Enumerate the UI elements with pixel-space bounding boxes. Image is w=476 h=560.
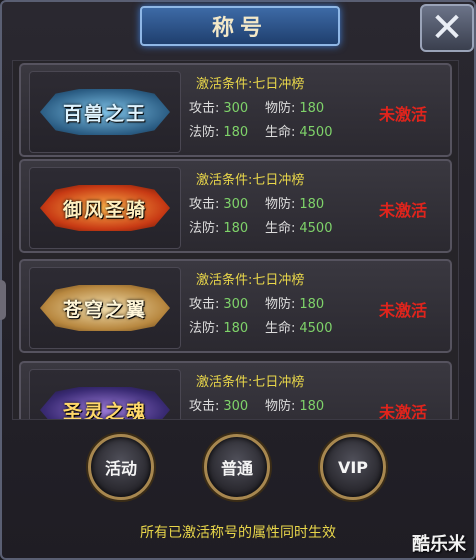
badge-text: 御风圣骑 [62, 198, 147, 221]
pdef-stat: 物防: 180 [265, 197, 325, 212]
attack-stat: 攻击: 300 [189, 197, 249, 212]
attack-stat: 攻击: 300 [189, 101, 249, 116]
status-badge: 未激活 [379, 105, 428, 124]
activity-label: 活动 [104, 459, 137, 478]
title-badge: 苍穹之翼 [40, 285, 170, 331]
side-scroll-handle[interactable] [0, 280, 6, 320]
pdef-stat: 物防: 180 [265, 297, 325, 312]
condition-text: 激活条件:七日冲榜 [196, 77, 305, 92]
mdef-stat: 法防: 180 [189, 221, 249, 236]
close-button[interactable]: ✕ [420, 4, 474, 52]
title-badge: 圣灵之魂 [40, 387, 170, 420]
badge-frame: 圣灵之魂 [29, 369, 181, 420]
title-list[interactable]: 百兽之王 激活条件:七日冲榜 攻击: 300 物防: 180 法防: 180 生命: 4… [12, 60, 459, 420]
title-card[interactable]: 百兽之王 激活条件:七日冲榜 攻击: 300 物防: 180 法防: 180 生命: 4… [19, 63, 452, 157]
vip-label: VIP [337, 457, 369, 477]
title-banner: 称号 [140, 6, 340, 46]
badge-frame: 御风圣骑 [29, 167, 181, 249]
title-card[interactable]: 御风圣骑 激活条件:七日冲榜 攻击: 300 物防: 180 法防: 180 生命: 4… [19, 159, 452, 253]
pdef-stat: 物防: 180 [265, 101, 325, 116]
attack-stat: 攻击: 300 [189, 297, 249, 312]
hp-stat: 生命: 4500 [265, 221, 333, 236]
badge-frame: 苍穹之翼 [29, 267, 181, 349]
status-badge: 未激活 [379, 201, 428, 220]
badge-text: 苍穹之翼 [62, 298, 147, 321]
badge-text: 百兽之王 [62, 102, 147, 125]
status-badge: 未激活 [379, 403, 428, 420]
mdef-stat: 法防: 180 [189, 321, 249, 336]
normal-button[interactable]: 普通 [204, 434, 270, 500]
watermark-logo: 酷乐米 [412, 534, 466, 555]
title-card[interactable]: 圣灵之魂 激活条件:七日冲榜 攻击: 300 物防: 180 未激活 [19, 361, 452, 420]
window-title: 称号 [211, 16, 268, 41]
condition-text: 激活条件:七日冲榜 [196, 273, 305, 288]
hp-stat: 生命: 4500 [265, 125, 333, 140]
title-card[interactable]: 苍穹之翼 激活条件:七日冲榜 攻击: 300 物防: 180 法防: 180 生命: 4… [19, 259, 452, 353]
mdef-stat: 法防: 180 [189, 125, 249, 140]
title-badge: 百兽之王 [40, 89, 170, 135]
title-badge: 御风圣骑 [40, 185, 170, 231]
condition-text: 激活条件:七日冲榜 [196, 375, 305, 390]
hp-stat: 生命: 4500 [265, 321, 333, 336]
status-badge: 未激活 [379, 301, 428, 320]
footer-note: 所有已激活称号的属性同时生效 [140, 525, 336, 541]
activity-button[interactable]: 活动 [88, 434, 154, 500]
badge-text: 圣灵之魂 [62, 400, 147, 420]
close-icon: ✕ [430, 5, 464, 51]
normal-label: 普通 [220, 459, 253, 478]
badge-frame: 百兽之王 [29, 71, 181, 153]
pdef-stat: 物防: 180 [265, 399, 325, 414]
condition-text: 激活条件:七日冲榜 [196, 173, 305, 188]
vip-button[interactable]: VIP [320, 434, 386, 500]
attack-stat: 攻击: 300 [189, 399, 249, 414]
